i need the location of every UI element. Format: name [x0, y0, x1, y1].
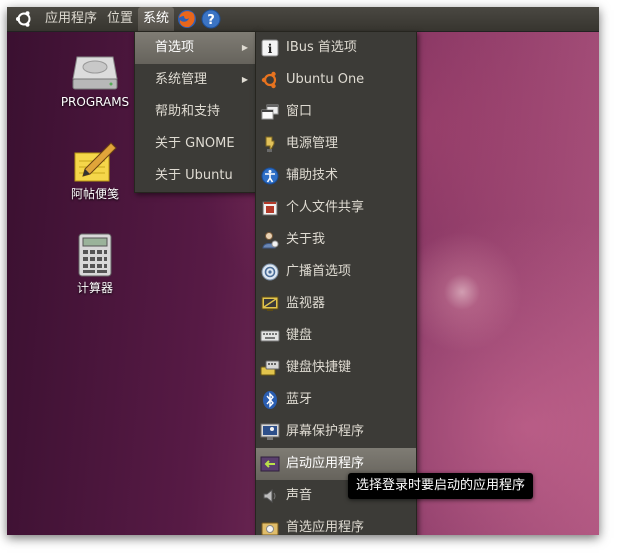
submenu-arrow-icon: ▶ [241, 75, 248, 84]
info-icon: i [260, 38, 280, 58]
speaker-icon [260, 486, 280, 506]
desktop-icon-label: 阿帖便笺 [70, 187, 119, 201]
broadcast-icon [260, 262, 280, 282]
menu-item-label: IBus 首选项 [286, 40, 357, 55]
menu-item-accessibility[interactable]: 辅助技术 [256, 160, 416, 192]
menu-item-label: 屏幕保护程序 [286, 424, 365, 439]
menu-item-bluetooth[interactable]: 蓝牙 [256, 384, 416, 416]
desktop-icon-calculator[interactable]: 计算器 [45, 229, 145, 296]
desktop-icon-notes[interactable]: 阿帖便笺 [45, 135, 145, 202]
menu-item-label: 启动应用程序 [286, 456, 365, 471]
menu-item-about-me[interactable]: 关于我 [256, 224, 416, 256]
menu-item-monitors[interactable]: 监视器 [256, 288, 416, 320]
menu-item-ibus[interactable]: i IBus 首选项 [256, 32, 416, 64]
top-panel: 应用程序 位置 系统 ? [7, 7, 599, 32]
screensaver-icon [260, 422, 280, 442]
menu-item-preferences[interactable]: 首选项 ▶ [135, 32, 256, 64]
menu-item-preferred-applications[interactable]: 首选应用程序 [256, 512, 416, 535]
menu-item-label: 键盘 [286, 328, 313, 343]
calculator-icon [69, 229, 121, 277]
menu-item-label: 监视器 [286, 296, 326, 311]
startup-applications-icon [260, 454, 280, 474]
ubuntu-one-icon [260, 70, 280, 90]
svg-text:i: i [268, 42, 273, 56]
menu-item-power-management[interactable]: 电源管理 [256, 128, 416, 160]
menu-item-keyboard[interactable]: 键盘 [256, 320, 416, 352]
accessibility-icon [260, 166, 280, 186]
menu-item-administration[interactable]: 系统管理 ▶ [135, 64, 256, 96]
bluetooth-icon [260, 390, 280, 410]
preferences-submenu: i IBus 首选项 Ubuntu One 窗口 电源管理 辅助技术 个人文件共… [255, 31, 417, 535]
menu-item-label: 关于 GNOME [155, 136, 235, 151]
desktop-icon-label: 计算器 [76, 281, 113, 295]
menu-item-about-ubuntu[interactable]: 关于 Ubuntu [135, 160, 256, 192]
menu-item-label: 声音 [286, 488, 313, 503]
applications-menu[interactable]: 应用程序 [40, 7, 102, 31]
system-menu[interactable]: 系统 [138, 7, 175, 31]
hard-drive-icon [69, 45, 121, 93]
menu-item-label: 首选应用程序 [286, 520, 365, 535]
menu-item-label: 帮助和支持 [155, 104, 221, 119]
menu-item-ubuntu-one[interactable]: Ubuntu One [256, 64, 416, 96]
menu-item-label: 首选项 [155, 40, 195, 55]
tooltip: 选择登录时要启动的应用程序 [348, 473, 534, 499]
menu-item-keyboard-shortcuts[interactable]: 键盘快捷键 [256, 352, 416, 384]
menu-item-broadcast[interactable]: 广播首选项 [256, 256, 416, 288]
notepad-pencil-icon [69, 135, 121, 183]
submenu-arrow-icon: ▶ [241, 43, 248, 52]
help-icon[interactable]: ? [200, 8, 222, 30]
ubuntu-logo-icon[interactable] [14, 9, 34, 29]
menu-item-help[interactable]: 帮助和支持 [135, 96, 256, 128]
file-sharing-icon [260, 198, 280, 218]
menu-item-personal-file-sharing[interactable]: 个人文件共享 [256, 192, 416, 224]
keyboard-icon [260, 326, 280, 346]
menu-item-label: 广播首选项 [286, 264, 352, 279]
person-icon [260, 230, 280, 250]
menu-item-screensaver[interactable]: 屏幕保护程序 [256, 416, 416, 448]
menu-item-label: 辅助技术 [286, 168, 339, 183]
keyboard-shortcuts-icon [260, 358, 280, 378]
menu-item-label: 窗口 [286, 104, 313, 119]
desktop-icon-label: PROGRAMS [60, 95, 130, 109]
desktop-icon-programs[interactable]: PROGRAMS [45, 45, 145, 109]
menu-item-label: 关于我 [286, 232, 326, 247]
power-management-icon [260, 134, 280, 154]
preferred-applications-icon [260, 518, 280, 535]
menu-item-label: 系统管理 [155, 72, 208, 87]
menu-item-label: 蓝牙 [286, 392, 313, 407]
menu-item-label: 键盘快捷键 [286, 360, 352, 375]
menu-item-label: 关于 Ubuntu [155, 168, 233, 183]
windows-icon [260, 102, 280, 122]
places-menu[interactable]: 位置 [102, 7, 138, 31]
menu-item-label: 个人文件共享 [286, 200, 365, 215]
monitor-icon [260, 294, 280, 314]
menu-item-label: Ubuntu One [286, 72, 365, 87]
menu-item-label: 电源管理 [286, 136, 339, 151]
menu-item-about-gnome[interactable]: 关于 GNOME [135, 128, 256, 160]
desktop-screen: 应用程序 位置 系统 ? PROGRAMS 阿帖便笺 计算器 首选项 ▶ 系统管… [7, 7, 599, 535]
system-dropdown-menu: 首选项 ▶ 系统管理 ▶ 帮助和支持 关于 GNOME 关于 Ubuntu [134, 31, 257, 193]
firefox-icon[interactable] [176, 8, 198, 30]
svg-text:?: ? [207, 13, 215, 28]
menu-item-windows[interactable]: 窗口 [256, 96, 416, 128]
